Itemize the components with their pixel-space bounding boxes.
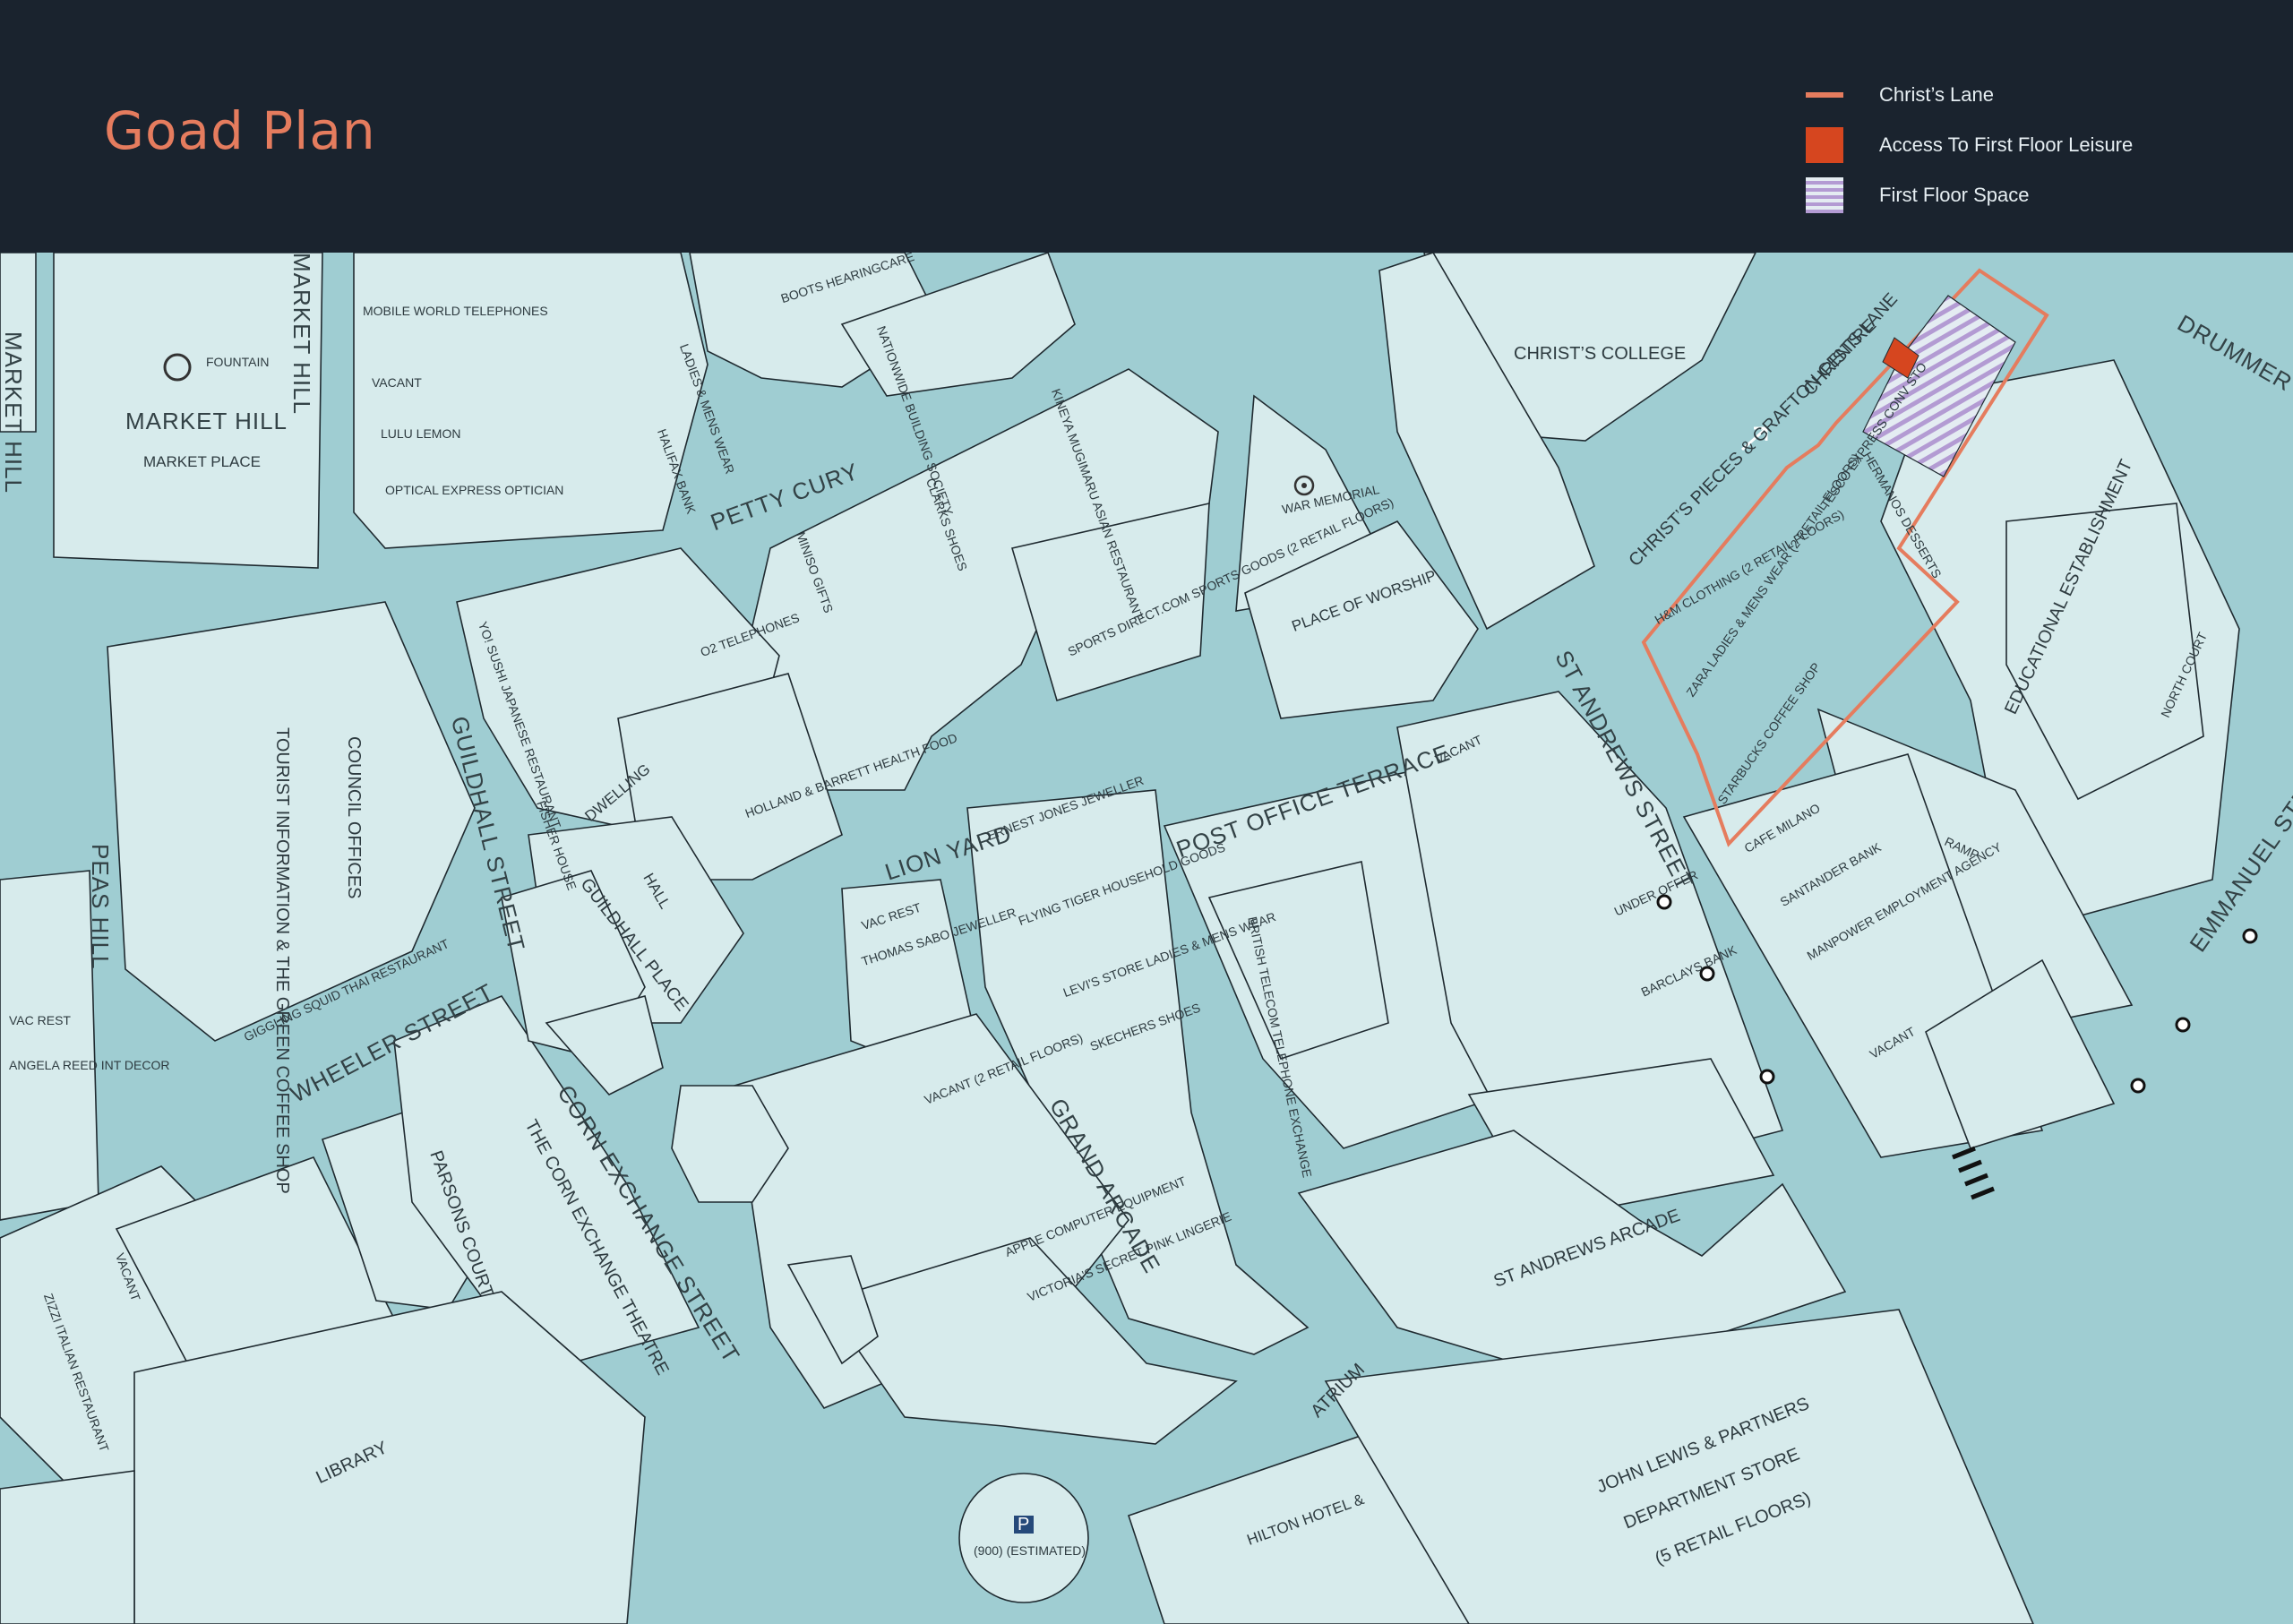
unit-label: ANGELA REED INT DECOR — [9, 1058, 170, 1072]
label-market-hill: MARKET HILL — [125, 408, 288, 434]
legend-label: Access To First Floor Leisure — [1879, 133, 2134, 156]
label-market-place: MARKET PLACE — [143, 453, 262, 470]
legend-item-christs-lane: Christ’s Lane — [1806, 70, 2133, 120]
label-fountain: FOUNTAIN — [206, 355, 270, 369]
goad-map[interactable]: MARKET HILL MARKET HILL PETTY CURY GUILD… — [0, 253, 2293, 1624]
parking-symbol-text: P — [1018, 1515, 1030, 1534]
bus-stop-marker — [1759, 1069, 1775, 1085]
building-south-west-corner — [0, 1470, 135, 1624]
parking-circle — [958, 1473, 1089, 1603]
legend-label: Christ’s Lane — [1879, 83, 1994, 106]
street-market-hill-a: MARKET HILL — [0, 331, 27, 494]
bus-stop-marker — [2175, 1017, 2191, 1033]
legend-item-access: Access To First Floor Leisure — [1806, 120, 2133, 170]
crossing-stripe — [1964, 1173, 1988, 1187]
unit-label: VACANT — [372, 375, 422, 390]
bus-stop-marker — [2130, 1078, 2146, 1094]
page-title: Goad Plan — [104, 100, 376, 161]
label-tourist-info: TOURIST INFORMATION & THE GREEN COFFEE S… — [272, 727, 292, 1194]
bus-stop-marker — [2242, 928, 2258, 944]
map-canvas — [0, 253, 2258, 1624]
legend-label: First Floor Space — [1879, 184, 2030, 206]
crossing-stripe — [1971, 1186, 1995, 1200]
unit-label: MOBILE WORLD TELEPHONES — [363, 304, 548, 318]
legend-item-first-floor: First Floor Space — [1806, 170, 2133, 220]
legend-line-swatch — [1806, 92, 1843, 98]
street-peas-hill: PEAS HILL — [87, 844, 114, 970]
building-mobile-world — [353, 253, 709, 549]
header-bar: Goad Plan Christ’s Lane Access To First … — [0, 0, 2293, 253]
label-parking: (900) (ESTIMATED) — [974, 1543, 1086, 1558]
unit-label: OPTICAL EXPRESS OPTICIAN — [385, 483, 564, 497]
legend-fill-swatch — [1806, 127, 1843, 163]
crossing-stripe — [1952, 1146, 1976, 1160]
label-council-offices: COUNCIL OFFICES — [344, 736, 364, 899]
legend-hatch-swatch — [1806, 177, 1843, 213]
unit-label: VAC REST — [9, 1013, 71, 1027]
label-christs-college: CHRIST’S COLLEGE — [1514, 344, 1687, 364]
crossing-stripe — [1958, 1159, 1982, 1173]
street-market-hill-b: MARKET HILL — [288, 253, 315, 416]
building-peas-hill — [0, 870, 99, 1221]
unit-label: LULU LEMON — [381, 426, 461, 441]
legend: Christ’s Lane Access To First Floor Leis… — [1806, 70, 2133, 220]
